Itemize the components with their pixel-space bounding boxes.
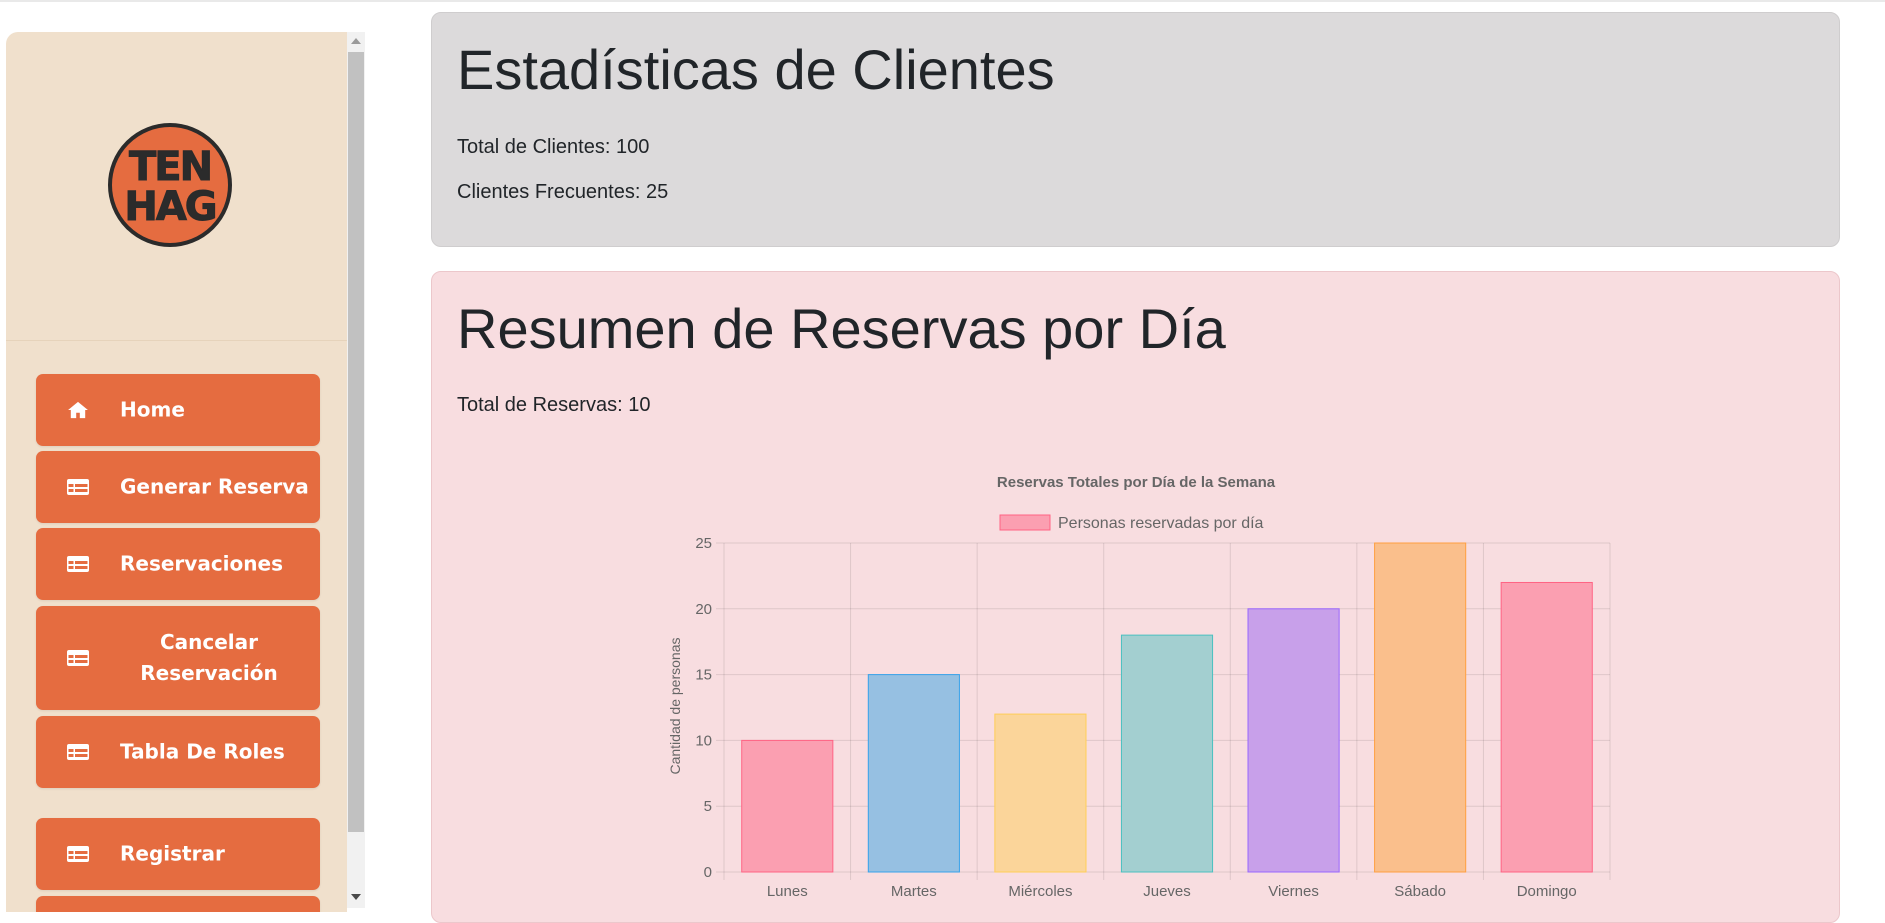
- y-tick-label: 25: [695, 535, 712, 552]
- sidebar: TEN HAG Home Generar Reserva Reservacion…: [6, 32, 347, 912]
- home-icon: [68, 401, 88, 419]
- bar-lunes[interactable]: [741, 739, 834, 873]
- table-icon: [67, 650, 89, 666]
- nav-registrar-label: Registrar: [120, 841, 225, 866]
- scroll-thumb[interactable]: [348, 52, 364, 832]
- y-tick-label: 5: [704, 798, 712, 815]
- top-divider: [0, 0, 1885, 2]
- scroll-down-arrow-icon[interactable]: [351, 894, 361, 900]
- client-stats-title: Estadísticas de Clientes: [457, 38, 1055, 101]
- table-icon: [67, 479, 89, 495]
- x-tick-label: Martes: [891, 883, 937, 900]
- table-icon: [67, 846, 89, 862]
- chart-title: Reservas Totales por Día de la Semana: [997, 474, 1276, 491]
- reservations-bar-chart: Reservas Totales por Día de la Semana Pe…: [667, 474, 1611, 900]
- chart-legend[interactable]: Personas reservadas por día: [999, 514, 1264, 532]
- total-clientes-text: Total de Clientes: 100: [457, 136, 650, 158]
- logo-line2: HAG: [124, 184, 215, 230]
- x-tick-label: Domingo: [1517, 883, 1577, 900]
- table-icon: [67, 556, 89, 572]
- client-stats-card: Estadísticas de Clientes Total de Client…: [431, 12, 1840, 247]
- nav-reservaciones-button[interactable]: Reservaciones: [36, 528, 320, 600]
- nav-registrar-button[interactable]: Registrar: [36, 818, 320, 890]
- nav-tabla-de-roles-button[interactable]: Tabla De Roles: [36, 716, 320, 788]
- nav-next-button[interactable]: [36, 896, 320, 912]
- nav-home-button[interactable]: Home: [36, 374, 320, 446]
- x-tick-label: Sábado: [1394, 883, 1446, 900]
- legend-swatch: [999, 514, 1051, 531]
- y-tick-label: 10: [695, 732, 712, 749]
- y-tick-label: 20: [695, 601, 712, 618]
- x-tick-label: Miércoles: [1008, 883, 1072, 900]
- table-icon: [67, 744, 89, 760]
- nav-generar-reserva-label: Generar Reserva: [120, 474, 309, 499]
- nav-tabla-de-roles-label: Tabla De Roles: [120, 739, 285, 764]
- bar-sábado[interactable]: [1374, 542, 1467, 873]
- bar-miércoles[interactable]: [994, 713, 1087, 873]
- bar-martes[interactable]: [867, 674, 960, 873]
- x-tick-label: Jueves: [1143, 883, 1191, 900]
- reservations-summary-card: Resumen de Reservas por Día Total de Res…: [431, 271, 1840, 923]
- scroll-up-arrow-icon[interactable]: [351, 38, 361, 44]
- clientes-frecuentes-text: Clientes Frecuentes: 25: [457, 181, 669, 203]
- sidebar-scrollbar[interactable]: [347, 32, 365, 908]
- nav-generar-reserva-button[interactable]: Generar Reserva: [36, 451, 320, 523]
- x-tick-label: Lunes: [767, 883, 808, 900]
- nav-home-label: Home: [120, 397, 185, 422]
- y-tick-label: 15: [695, 667, 712, 684]
- bar-jueves[interactable]: [1120, 634, 1214, 873]
- bar-viernes[interactable]: [1247, 608, 1340, 873]
- x-tick-label: Viernes: [1268, 883, 1319, 900]
- nav-cancelar-reservacion-button[interactable]: Cancelar Reservación: [36, 606, 320, 710]
- bar-domingo[interactable]: [1500, 581, 1593, 873]
- legend-label: Personas reservadas por día: [1058, 515, 1264, 532]
- nav-reservaciones-label: Reservaciones: [120, 551, 283, 576]
- nav-cancelar-reservacion-label: Cancelar Reservación: [140, 630, 278, 685]
- y-axis-label: Cantidad de personas: [667, 638, 683, 775]
- ten-hag-logo[interactable]: TEN HAG: [107, 122, 233, 248]
- y-tick-label: 0: [704, 864, 712, 881]
- logo-area: TEN HAG: [6, 32, 347, 341]
